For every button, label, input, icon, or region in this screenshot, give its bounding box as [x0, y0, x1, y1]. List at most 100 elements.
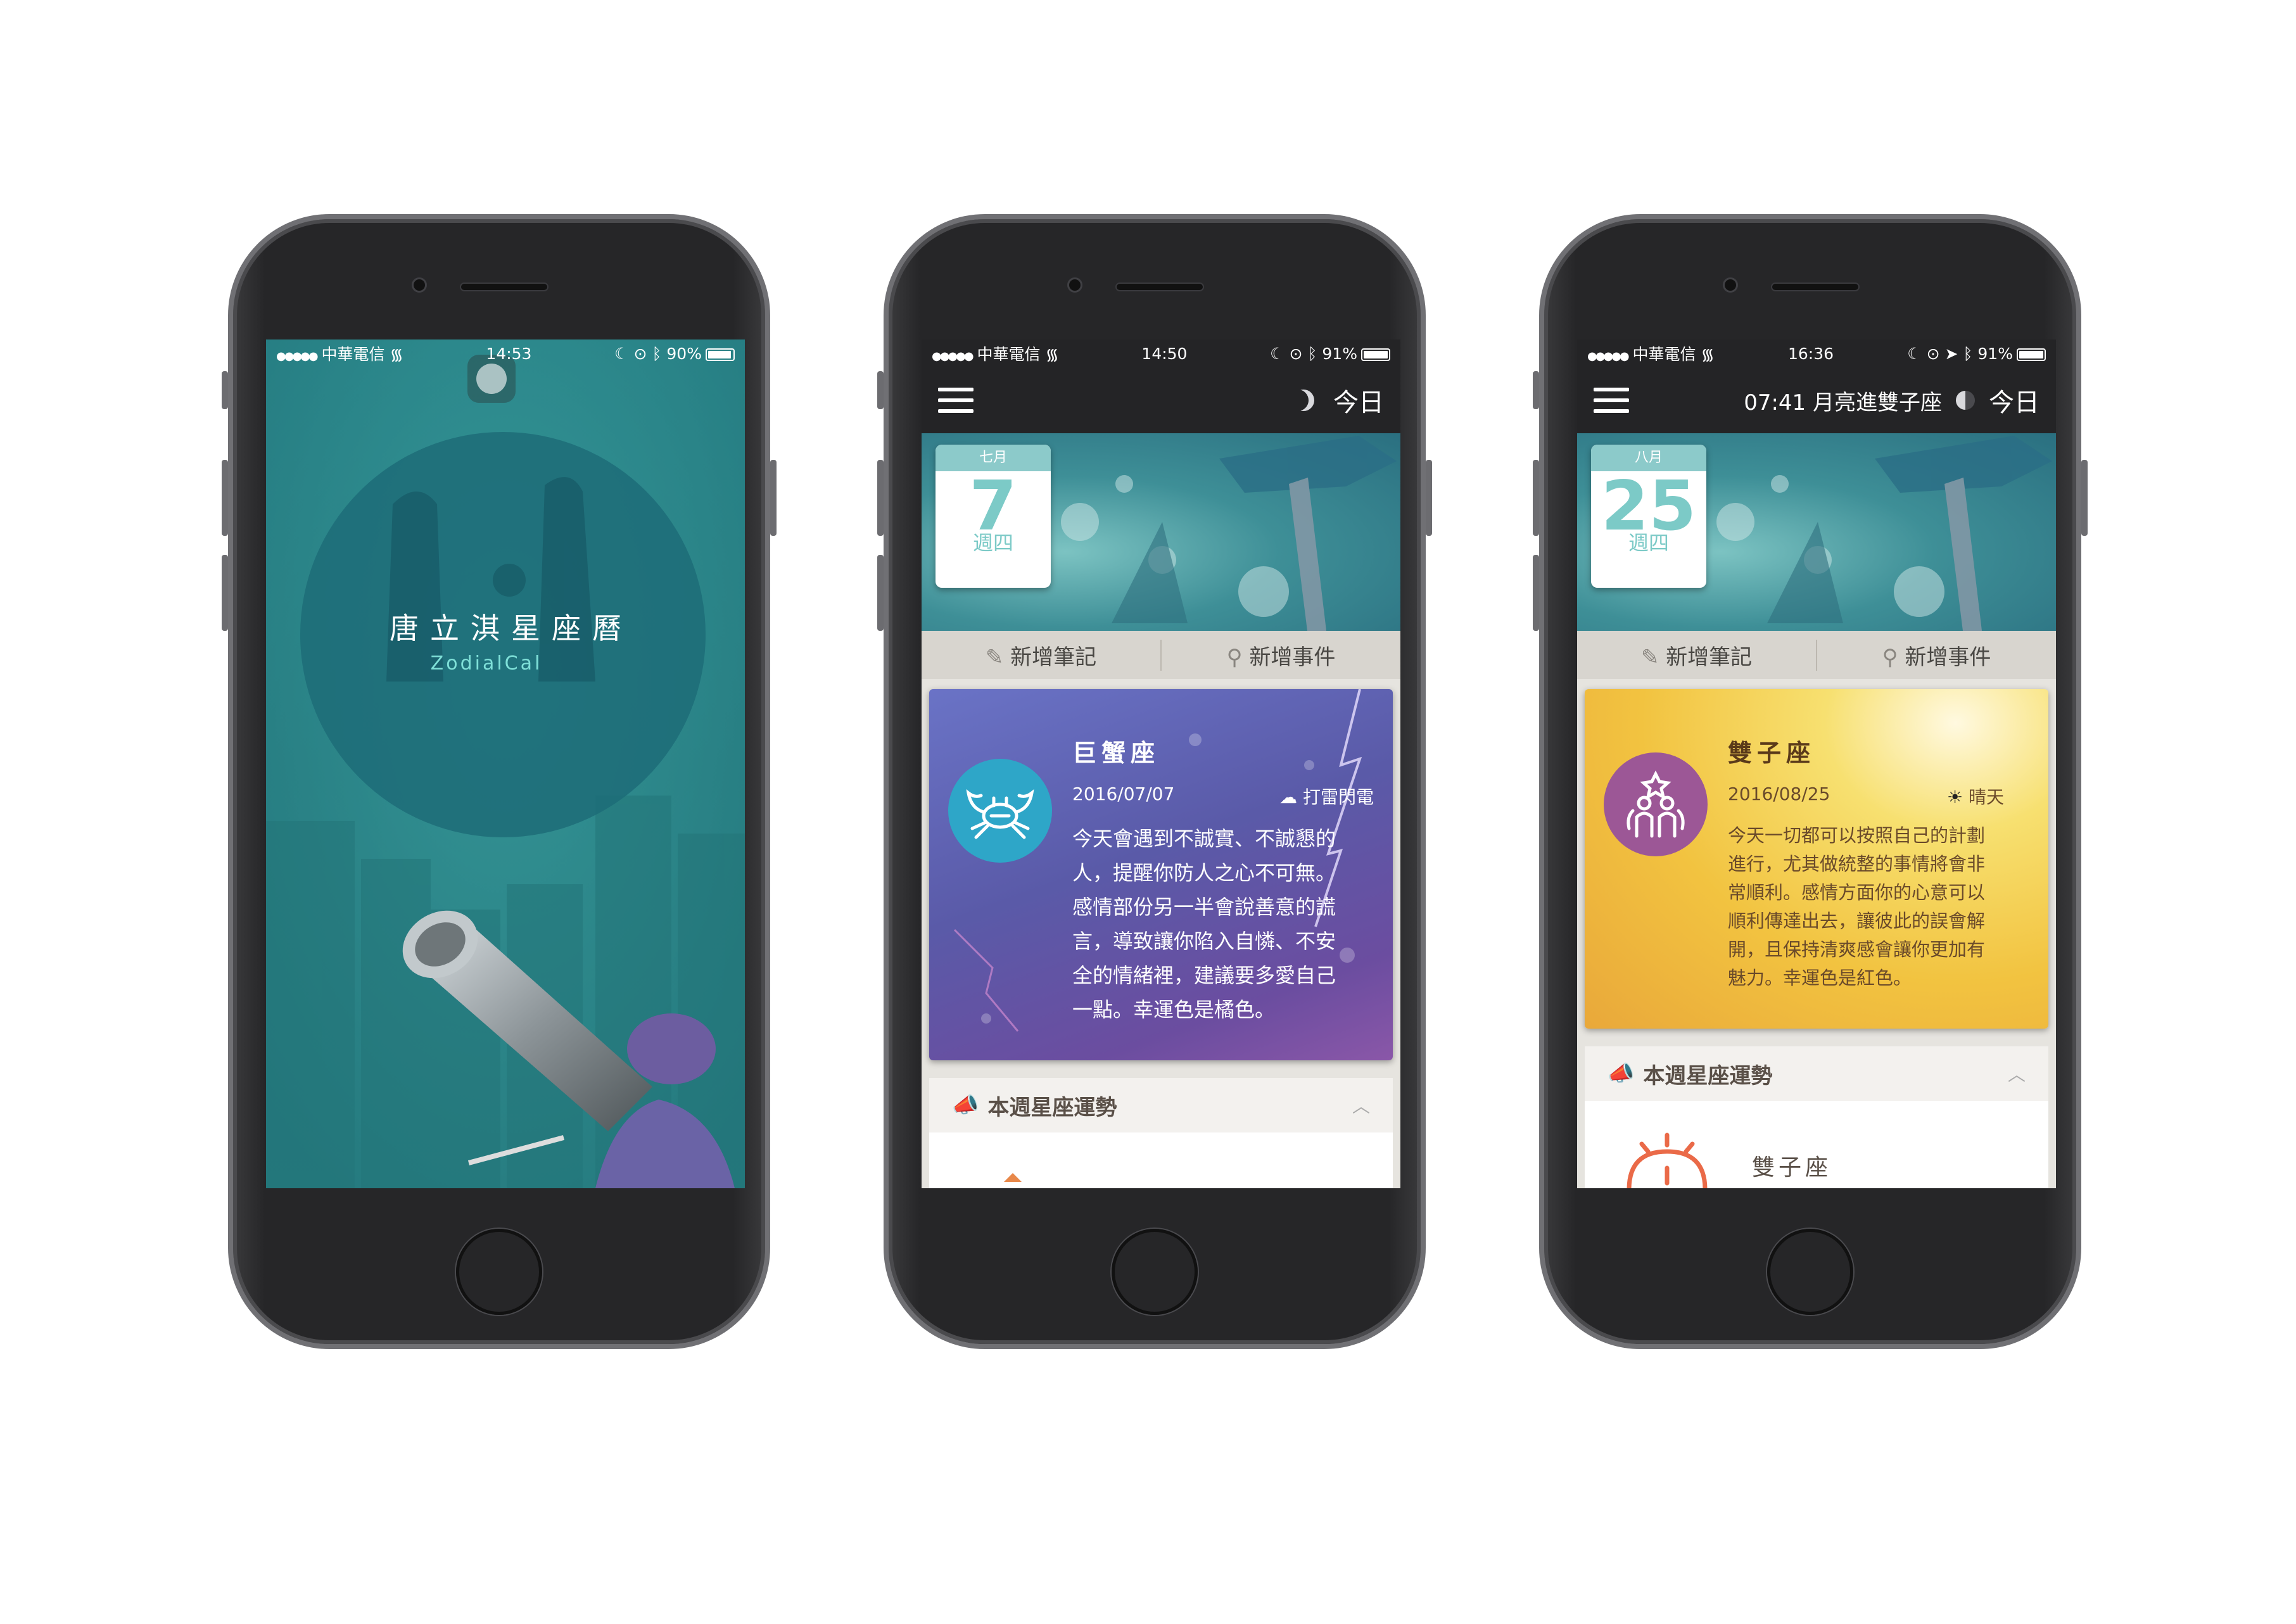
- today-button[interactable]: 今日: [1989, 382, 2039, 419]
- weekly-content: 雙子座: [1585, 1101, 2048, 1188]
- power-button: [1426, 460, 1432, 536]
- volume-down-button: [1533, 555, 1539, 631]
- weekly-sign-name: 雙子座: [1752, 1155, 1832, 1181]
- date-calendar-tile[interactable]: 七月 7 週四: [936, 445, 1051, 588]
- daily-screen: ●●●●● 中華電信 ᯾ 16:36 ☾ ⊙ ➤ ᛒ 91% 07:41 月亮進…: [1577, 339, 2056, 1188]
- bluetooth-icon: ᛒ: [652, 344, 662, 363]
- mute-switch: [1533, 371, 1539, 409]
- signal-icon: ●●●●●: [932, 350, 974, 363]
- horn-icon: 📣: [1608, 1061, 1635, 1086]
- action-bar: ✎ 新增筆記 ⚲ 新增事件: [922, 631, 1400, 679]
- carrier-label: 中華電信: [977, 345, 1041, 364]
- moon-event-label: 07:41 月亮進雙子座: [1744, 390, 1942, 416]
- volume-down-button: [877, 555, 884, 631]
- moon-phase-icon[interactable]: [1293, 390, 1314, 411]
- weekly-horoscope-header[interactable]: 📣 本週星座運勢 ︿: [929, 1078, 1393, 1132]
- earpiece-speaker: [460, 282, 549, 291]
- weekly-sign-icon: [1004, 1173, 1022, 1182]
- chevron-up-icon[interactable]: ︿: [2008, 1061, 2026, 1086]
- add-note-button[interactable]: ✎ 新增筆記: [922, 640, 1160, 671]
- horoscope-text-block: 雙子座 2016/08/25 ☀ 晴天 今天一切都可以按照自己的計劃 進行，尤其…: [1728, 733, 2029, 993]
- chevron-up-icon[interactable]: ︿: [1352, 1093, 1370, 1118]
- mute-switch: [222, 371, 228, 409]
- wifi-icon: ᯾: [1701, 345, 1715, 364]
- pencil-icon: ✎: [1640, 644, 1659, 670]
- power-button: [2081, 460, 2088, 536]
- splash-illustration: [266, 339, 745, 1188]
- action-bar: ✎ 新增筆記 ⚲ 新增事件: [1577, 631, 2056, 679]
- sign-name: 巨蟹座: [1072, 739, 1160, 767]
- lock-rotation-icon: ⊙: [633, 344, 647, 363]
- top-navigation-bar: 07:41 月亮進雙子座 今日: [1577, 367, 2056, 433]
- front-camera: [1723, 277, 1738, 293]
- home-button[interactable]: [1767, 1229, 1853, 1315]
- status-bar: ●●●●● 中華電信 ᯾ 14:53 ☾ ⊙ ᛒ 90%: [266, 339, 745, 367]
- calendar-weekday: 週四: [972, 531, 1013, 555]
- volume-up-button: [222, 460, 228, 536]
- carrier-label: 中華電信: [321, 345, 385, 364]
- horoscope-card[interactable]: 巨蟹座 2016/07/07 ☁ 打雷閃電 今天會遇到不誠實、不誠懇的 人，提醒…: [929, 689, 1393, 1060]
- horoscope-date: 2016/08/25: [1728, 783, 1830, 804]
- bluetooth-icon: ᛒ: [1307, 344, 1317, 363]
- battery-icon: [705, 348, 735, 361]
- pencil-icon: ✎: [985, 644, 1004, 670]
- weekly-horoscope-header[interactable]: 📣 本週星座運勢 ︿: [1585, 1046, 2048, 1101]
- wifi-icon: ᯾: [1045, 345, 1059, 364]
- carrier-label: 中華電信: [1632, 345, 1696, 364]
- weekly-title: 本週星座運勢: [1643, 1063, 1773, 1089]
- add-note-label: 新增筆記: [1666, 644, 1753, 670]
- weekly-title: 本週星座運勢: [987, 1094, 1117, 1120]
- gemini-sun-icon: [1627, 1132, 1708, 1188]
- battery-percent: 90%: [666, 344, 702, 363]
- moon-icon: ☾: [1270, 344, 1284, 363]
- moon-icon: ☾: [1907, 344, 1922, 363]
- add-note-label: 新增筆記: [1010, 644, 1097, 670]
- mute-switch: [877, 371, 884, 409]
- earpiece-speaker: [1115, 282, 1204, 291]
- volume-up-button: [877, 460, 884, 536]
- status-time: 14:53: [486, 344, 532, 363]
- status-time: 16:36: [1787, 344, 1834, 363]
- earpiece-speaker: [1771, 282, 1860, 291]
- horoscope-card[interactable]: 雙子座 2016/08/25 ☀ 晴天 今天一切都可以按照自己的計劃 進行，尤其…: [1585, 689, 2048, 1029]
- moon-phase-icon[interactable]: [1956, 391, 1975, 410]
- horoscope-date: 2016/07/07: [1072, 783, 1175, 804]
- weather-label: 打雷閃電: [1302, 787, 1374, 808]
- weekly-content: [929, 1132, 1393, 1188]
- status-bar: ●●●●● 中華電信 ᯾ 16:36 ☾ ⊙ ➤ ᛒ 91%: [1577, 339, 2056, 367]
- power-button: [770, 460, 777, 536]
- wifi-icon: ᯾: [390, 345, 403, 364]
- lock-rotation-icon: ⊙: [1289, 344, 1303, 363]
- home-button[interactable]: [456, 1229, 542, 1315]
- phone-splash: ●●●●● 中華電信 ᯾ 14:53 ☾ ⊙ ᛒ 90% 唐立淇星座曆 Zodi…: [222, 214, 777, 1349]
- splash-screen: ●●●●● 中華電信 ᯾ 14:53 ☾ ⊙ ᛒ 90% 唐立淇星座曆 Zodi…: [266, 339, 745, 1188]
- hamburger-menu-icon[interactable]: [1594, 388, 1629, 413]
- add-event-button[interactable]: ⚲ 新增事件: [1160, 639, 1400, 671]
- phone-gemini: ●●●●● 中華電信 ᯾ 16:36 ☾ ⊙ ➤ ᛒ 91% 07:41 月亮進…: [1533, 214, 2088, 1349]
- signal-icon: ●●●●●: [276, 350, 319, 363]
- battery-icon: [2016, 348, 2046, 361]
- crab-icon: [966, 789, 1034, 839]
- add-event-button[interactable]: ⚲ 新增事件: [1816, 639, 2056, 671]
- horoscope-text-block: 巨蟹座 2016/07/07 ☁ 打雷閃電 今天會遇到不誠實、不誠懇的 人，提醒…: [1072, 733, 1374, 1027]
- add-note-button[interactable]: ✎ 新增筆記: [1577, 640, 1816, 671]
- signal-icon: ●●●●●: [1587, 350, 1630, 363]
- status-bar: ●●●●● 中華電信 ᯾ 14:50 ☾ ⊙ ᛒ 91%: [922, 339, 1400, 367]
- horoscope-description: 今天一切都可以按照自己的計劃 進行，尤其做統整的事情將會非 常順利。感情方面你的…: [1728, 825, 1986, 989]
- weather-label: 晴天: [1968, 787, 2004, 808]
- app-subtitle: ZodialCal: [430, 652, 543, 675]
- today-button[interactable]: 今日: [1333, 382, 1384, 419]
- phone-cancer: ●●●●● 中華電信 ᯾ 14:50 ☾ ⊙ ᛒ 91% 今日 七月 7 週四 …: [877, 214, 1432, 1349]
- home-button[interactable]: [1112, 1229, 1198, 1315]
- volume-up-button: [1533, 460, 1539, 536]
- lock-rotation-icon: ⊙: [1926, 344, 1940, 363]
- front-camera: [412, 277, 427, 293]
- bluetooth-icon: ᛒ: [1963, 344, 1973, 363]
- hamburger-menu-icon[interactable]: [938, 388, 974, 413]
- header-banner: 七月 7 週四: [922, 433, 1400, 631]
- sun-icon: ☀: [1946, 787, 1963, 808]
- horoscope-description: 今天會遇到不誠實、不誠懇的 人，提醒你防人之心不可無。 感情部份另一半會說善意的…: [1072, 827, 1336, 1022]
- add-event-label: 新增事件: [1249, 644, 1336, 670]
- date-calendar-tile[interactable]: 八月 25 週四: [1591, 445, 1706, 588]
- add-event-label: 新增事件: [1905, 644, 1991, 670]
